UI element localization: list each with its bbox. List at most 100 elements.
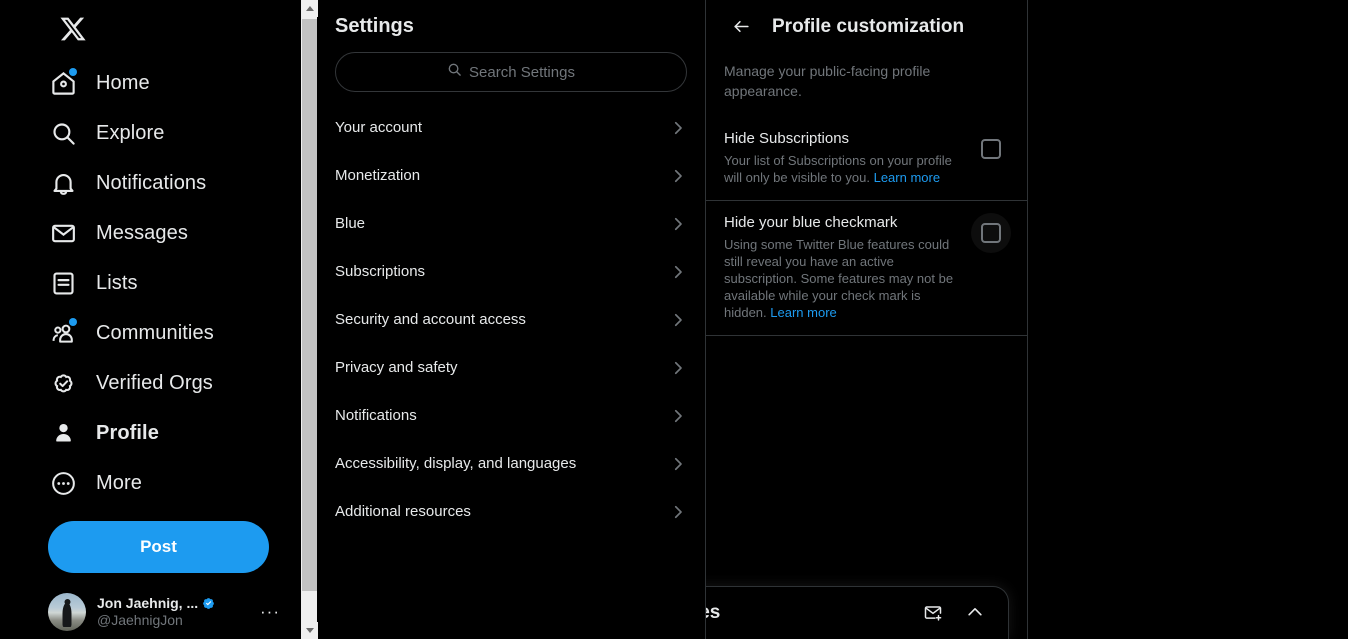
search-container: Search Settings [317,52,705,104]
option-hide-subscriptions[interactable]: Hide Subscriptions Your list of Subscrip… [706,117,1027,200]
search-placeholder: Search Settings [469,63,575,81]
hide-blue-checkmark-checkbox[interactable] [980,223,1001,243]
settings-item-accessibility-display-and-languages[interactable]: Accessibility, display, and languages [317,440,705,488]
settings-item-notifications[interactable]: Notifications [317,392,705,440]
sidebar-item-label: Communities [96,322,214,344]
bell-icon [48,168,78,198]
chevron-right-icon [669,167,687,185]
sidebar-item-notifications[interactable]: Notifications [48,158,300,208]
settings-item-label: Security and account access [335,311,526,328]
panel-title: Profile customization [772,15,965,37]
account-switcher[interactable]: Jon Jaehnig, ... @JaehnigJon ··· [48,589,286,635]
search-settings-input[interactable]: Search Settings [335,52,687,92]
sidebar-item-lists[interactable]: Lists [48,258,300,308]
profile-customization-panel: Profile customization Manage your public… [706,0,1028,639]
hide-subscriptions-checkbox[interactable] [980,139,1001,159]
messages-dock-title: Messages [706,602,721,623]
settings-item-label: Accessibility, display, and languages [335,455,577,472]
checkbox-container[interactable] [971,129,1011,169]
settings-item-your-account[interactable]: Your account [317,104,705,152]
chevron-right-icon [669,311,687,329]
scrollbar-thumb[interactable] [302,19,317,591]
sidebar-item-messages[interactable]: Messages [48,208,300,258]
sidebar-item-label: Messages [96,222,188,244]
learn-more-link[interactable]: Learn more [874,170,940,185]
person-icon [48,418,78,448]
sidebar-item-home[interactable]: Home [48,58,300,108]
account-text: Jon Jaehnig, ... @JaehnigJon [97,595,249,629]
scroll-up-arrow[interactable] [301,0,318,17]
settings-item-security-and-account-access[interactable]: Security and account access [317,296,705,344]
settings-item-subscriptions[interactable]: Subscriptions [317,248,705,296]
settings-item-label: Blue [335,215,366,232]
scroll-down-arrow[interactable] [301,622,318,639]
chevron-right-icon [669,407,687,425]
chevron-right-icon [669,359,687,377]
settings-item-additional-resources[interactable]: Additional resources [317,488,705,536]
sidebar-item-verified-orgs[interactable]: Verified Orgs [48,358,300,408]
option-description: Using some Twitter Blue features could s… [724,236,961,321]
page-title: Settings [335,15,414,37]
new-message-icon[interactable] [916,596,950,630]
chevron-right-icon [669,263,687,281]
chevron-up-icon[interactable] [958,596,992,630]
sidebar-item-label: Profile [96,422,159,444]
option-description: Your list of Subscriptions on your profi… [724,152,961,186]
section-divider [706,335,1027,336]
sidebar-item-label: Notifications [96,172,207,194]
settings-item-monetization[interactable]: Monetization [317,152,705,200]
panel-description: Manage your public-facing profile appear… [724,63,931,99]
search-icon [48,118,78,148]
option-title: Hide Subscriptions [724,130,850,147]
sidebar-item-label: Verified Orgs [96,372,213,394]
sidebar-scrollbar[interactable] [300,0,318,639]
sidebar-item-label: Lists [96,272,138,294]
settings-item-label: Privacy and safety [335,359,458,376]
sidebar-item-label: More [96,472,142,494]
panel-header: Profile customization [706,0,1027,53]
chevron-right-icon [669,119,687,137]
settings-list-column: Settings Search Settings Your account Mo… [317,0,706,639]
sidebar-item-explore[interactable]: Explore [48,108,300,158]
settings-item-privacy-and-safety[interactable]: Privacy and safety [317,344,705,392]
envelope-icon [48,218,78,248]
x-logo-icon [59,15,87,48]
settings-item-label: Notifications [335,407,417,424]
x-logo-button[interactable] [46,4,100,58]
account-name: Jon Jaehnig, ... [97,595,199,611]
post-button[interactable]: Post [48,521,269,573]
option-title: Hide your blue checkmark [724,214,898,231]
messages-dock-actions [916,596,992,630]
primary-sidebar: Home Explore Notifications Messages List [0,0,318,639]
right-gutter [1027,0,1348,639]
twitter-settings-page: Home Explore Notifications Messages List [0,0,1348,639]
notification-dot [69,318,77,326]
checkbox-container[interactable] [970,213,1011,253]
sidebar-item-profile[interactable]: Profile [48,408,300,458]
back-button[interactable] [724,10,758,44]
sidebar-item-more[interactable]: More [48,458,300,508]
notification-dot [69,68,77,76]
more-circle-icon [48,468,78,498]
chevron-right-icon [669,455,687,473]
option-text: Hide your blue checkmark Using some Twit… [724,213,961,321]
verified-badge-icon [201,596,216,611]
settings-item-label: Additional resources [335,503,471,520]
sidebar-item-label: Home [96,72,150,94]
option-description-text: Using some Twitter Blue features could s… [724,237,954,320]
sidebar-item-label: Explore [96,122,165,144]
account-more-icon[interactable]: ··· [260,603,286,620]
chevron-right-icon [669,503,687,521]
communities-icon [48,318,78,348]
learn-more-link[interactable]: Learn more [770,305,836,320]
option-text: Hide Subscriptions Your list of Subscrip… [724,129,961,186]
sidebar-item-communities[interactable]: Communities [48,308,300,358]
option-hide-blue-checkmark[interactable]: Hide your blue checkmark Using some Twit… [706,200,1027,335]
settings-item-label: Monetization [335,167,421,184]
messages-dock[interactable]: Messages [706,586,1009,639]
settings-item-blue[interactable]: Blue [317,200,705,248]
home-icon [48,68,78,98]
list-icon [48,268,78,298]
chevron-right-icon [669,215,687,233]
settings-item-label: Your account [335,119,423,136]
